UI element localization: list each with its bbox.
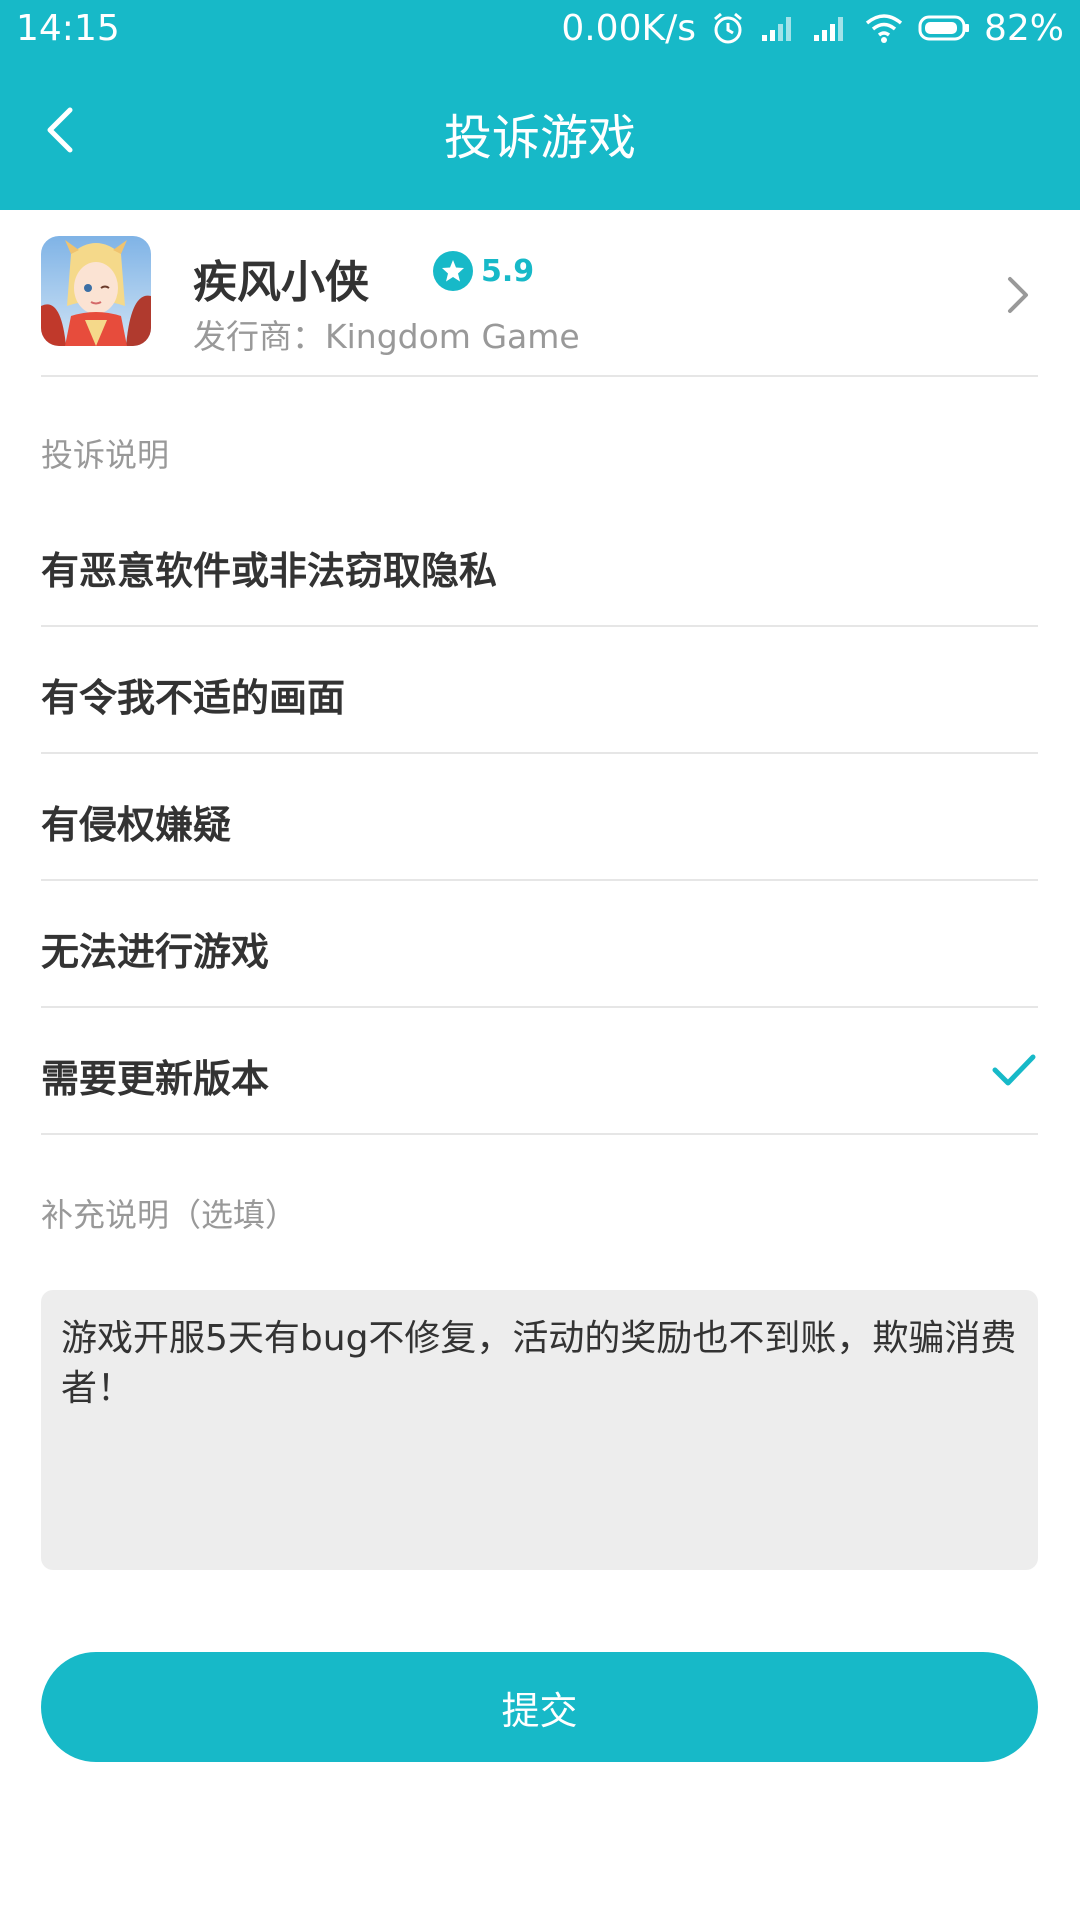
supplement-textarea[interactable]: 游戏开服5天有bug不修复，活动的奖励也不到账，欺骗消费者！	[41, 1290, 1038, 1570]
complaint-option-malware[interactable]: 有恶意软件或非法窃取隐私	[41, 500, 1038, 627]
complaint-option-cannot-play[interactable]: 无法进行游戏	[41, 881, 1038, 1008]
battery-icon	[918, 14, 970, 42]
option-label: 有令我不适的画面	[41, 676, 346, 720]
page-title: 投诉游戏	[443, 110, 636, 166]
nav-bar: 投诉游戏	[0, 60, 1080, 200]
complaint-option-needs-update[interactable]: 需要更新版本	[41, 1008, 1038, 1135]
wifi-icon	[864, 12, 904, 44]
complaint-section-label: 投诉说明	[41, 436, 170, 474]
supplement-label: 补充说明（选填）	[41, 1196, 298, 1234]
option-label: 需要更新版本	[41, 1057, 270, 1101]
game-name: 疾风小侠	[193, 257, 369, 308]
option-label: 有恶意软件或非法窃取隐私	[41, 549, 498, 593]
app-header: 14:15 0.00K/s 82% 投诉游戏	[0, 0, 1080, 210]
submit-button[interactable]: 提交	[41, 1652, 1038, 1762]
alarm-icon	[710, 10, 746, 46]
rating-value: 5.9	[481, 253, 535, 289]
star-icon	[433, 251, 473, 291]
game-publisher: 发行商：Kingdom Game	[193, 317, 580, 356]
signal-icon-2	[812, 13, 850, 43]
option-label: 无法进行游戏	[41, 930, 270, 974]
net-speed: 0.00K/s	[561, 7, 696, 49]
complaint-option-discomfort[interactable]: 有令我不适的画面	[41, 627, 1038, 754]
battery-percent: 82%	[983, 7, 1064, 49]
status-time: 14:15	[16, 8, 120, 49]
game-icon	[41, 236, 151, 346]
status-bar: 14:15 0.00K/s 82%	[0, 0, 1080, 56]
complaint-option-infringement[interactable]: 有侵权嫌疑	[41, 754, 1038, 881]
checkmark-icon	[992, 1054, 1036, 1086]
game-rating: 5.9	[433, 246, 534, 296]
status-icons: 0.00K/s 82%	[547, 7, 1064, 49]
option-label: 有侵权嫌疑	[41, 803, 232, 847]
game-info-card[interactable]: 疾风小侠 5.9 发行商：Kingdom Game	[41, 210, 1038, 377]
chevron-right-icon	[998, 270, 1038, 320]
signal-icon	[760, 13, 798, 43]
